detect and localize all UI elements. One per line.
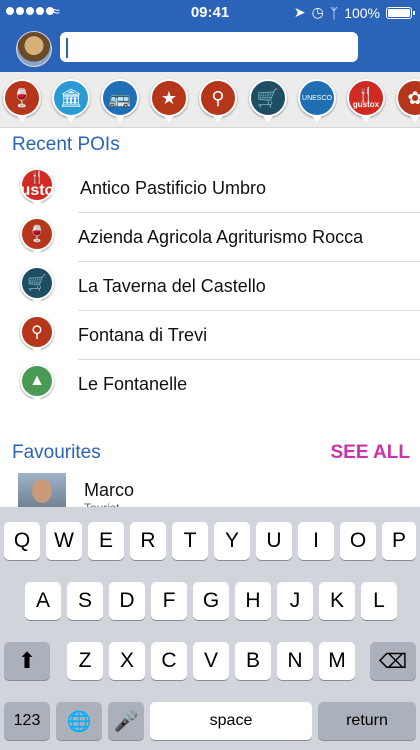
- key-x[interactable]: X: [109, 642, 145, 680]
- space-key[interactable]: space: [150, 702, 312, 740]
- return-key[interactable]: return: [318, 702, 416, 740]
- map-pin-icon: ⚲: [199, 79, 237, 122]
- key-v[interactable]: V: [193, 642, 229, 680]
- globe-key[interactable]: 🌐: [56, 702, 102, 740]
- column-icon: 🏛: [52, 79, 90, 122]
- gustox-label: gustox: [352, 100, 380, 109]
- key-b[interactable]: B: [235, 642, 271, 680]
- microphone-key[interactable]: 🎤: [108, 702, 144, 740]
- category-places[interactable]: ⚲: [199, 79, 239, 125]
- category-strip[interactable]: 🍷 🏛 🚌 ★ ⚲ 🛒 UNESCO 🍴 gustox ✿: [0, 72, 420, 128]
- key-p[interactable]: P: [382, 522, 416, 560]
- key-k[interactable]: K: [319, 582, 355, 620]
- shift-arrow-icon: ⬆: [17, 648, 37, 673]
- category-gustox[interactable]: 🍴 gustox: [347, 79, 387, 125]
- list-item[interactable]: 🍷 Azienda Agricola Agriturismo Rocca: [0, 213, 420, 262]
- key-l[interactable]: L: [361, 582, 397, 620]
- key-g[interactable]: G: [193, 582, 229, 620]
- key-i[interactable]: I: [298, 522, 334, 560]
- leaf-icon: ✿: [396, 79, 420, 122]
- recent-pois-title: Recent POIs: [12, 134, 120, 155]
- favourite-avatar[interactable]: [18, 473, 66, 509]
- keyboard: Q W E R T Y U I O P A S D F G H J K L ⬆ …: [0, 507, 420, 750]
- poi-label: Fontana di Trevi: [78, 325, 208, 345]
- backspace-icon: ⌫: [378, 650, 408, 673]
- category-monuments[interactable]: 🏛: [52, 79, 92, 125]
- category-wine[interactable]: 🍷: [3, 79, 43, 125]
- shopping-cart-icon: 🛒: [249, 79, 287, 122]
- backspace-key[interactable]: ⌫: [370, 642, 416, 680]
- gustox-icon: 🍴 gustox: [11, 168, 63, 207]
- key-u[interactable]: U: [256, 522, 292, 560]
- key-w[interactable]: W: [46, 522, 82, 560]
- key-t[interactable]: T: [172, 522, 208, 560]
- key-n[interactable]: N: [277, 642, 313, 680]
- key-y[interactable]: Y: [214, 522, 250, 560]
- shopping-cart-icon: 🛒: [20, 266, 54, 305]
- bus-icon: 🚌: [101, 79, 139, 122]
- poi-label: Azienda Agricola Agriturismo Rocca: [78, 227, 364, 247]
- poi-label: Le Fontanelle: [78, 374, 188, 394]
- key-m[interactable]: M: [319, 642, 355, 680]
- category-festivals[interactable]: ★: [150, 79, 190, 125]
- microphone-icon: 🎤: [113, 710, 139, 733]
- list-item[interactable]: 🛒 La Taverna del Castello: [0, 262, 420, 311]
- key-s[interactable]: S: [67, 582, 103, 620]
- category-shopping[interactable]: 🛒: [249, 79, 289, 125]
- key-d[interactable]: D: [109, 582, 145, 620]
- text-caret: [66, 38, 68, 58]
- favourites-title: Favourites: [12, 442, 101, 463]
- category-unesco[interactable]: UNESCO: [298, 79, 338, 125]
- bluetooth-icon: ᛉ: [329, 4, 339, 21]
- poi-label: Antico Pastificio Umbro: [80, 178, 267, 198]
- festival-icon: ★: [150, 79, 188, 122]
- alarm-icon: ◷: [311, 4, 324, 20]
- unesco-icon: UNESCO: [298, 79, 336, 122]
- battery-percent: 100%: [344, 4, 380, 21]
- key-o[interactable]: O: [340, 522, 376, 560]
- user-avatar[interactable]: [16, 31, 52, 67]
- key-e[interactable]: E: [88, 522, 124, 560]
- key-h[interactable]: H: [235, 582, 271, 620]
- list-item[interactable]: 🍴 gustox Antico Pastificio Umbro: [0, 164, 420, 213]
- category-nature[interactable]: ✿: [396, 79, 420, 125]
- water-park-icon: ▲: [20, 364, 54, 403]
- wine-glass-icon: 🍷: [3, 79, 41, 122]
- key-j[interactable]: J: [277, 582, 313, 620]
- globe-icon: 🌐: [66, 710, 92, 733]
- shift-key[interactable]: ⬆: [4, 642, 50, 680]
- key-c[interactable]: C: [151, 642, 187, 680]
- numbers-key[interactable]: 123: [4, 702, 50, 740]
- map-pin-icon: ⚲: [20, 315, 54, 354]
- battery-icon: [386, 6, 415, 19]
- list-item[interactable]: ⚲ Fontana di Trevi: [0, 311, 420, 360]
- search-input[interactable]: [60, 32, 358, 62]
- list-item[interactable]: ▲ Le Fontanelle: [0, 360, 420, 409]
- key-q[interactable]: Q: [4, 522, 40, 560]
- unesco-label: UNESCO: [302, 94, 332, 102]
- gustox-label: gustox: [10, 182, 64, 199]
- key-f[interactable]: F: [151, 582, 187, 620]
- app-header: [0, 24, 420, 72]
- category-transport[interactable]: 🚌: [101, 79, 141, 125]
- favourite-name[interactable]: Marco: [84, 480, 134, 501]
- key-a[interactable]: A: [25, 582, 61, 620]
- wine-glass-icon: 🍷: [20, 217, 54, 256]
- key-r[interactable]: R: [130, 522, 166, 560]
- see-all-link[interactable]: SEE ALL: [330, 442, 410, 464]
- status-bar: ≈ 09:41 ➤ ◷ ᛉ 100%: [0, 0, 420, 24]
- key-z[interactable]: Z: [67, 642, 103, 680]
- location-arrow-icon: ➤: [293, 4, 306, 20]
- poi-label: La Taverna del Castello: [78, 276, 266, 296]
- gustox-icon: 🍴 gustox: [347, 79, 385, 122]
